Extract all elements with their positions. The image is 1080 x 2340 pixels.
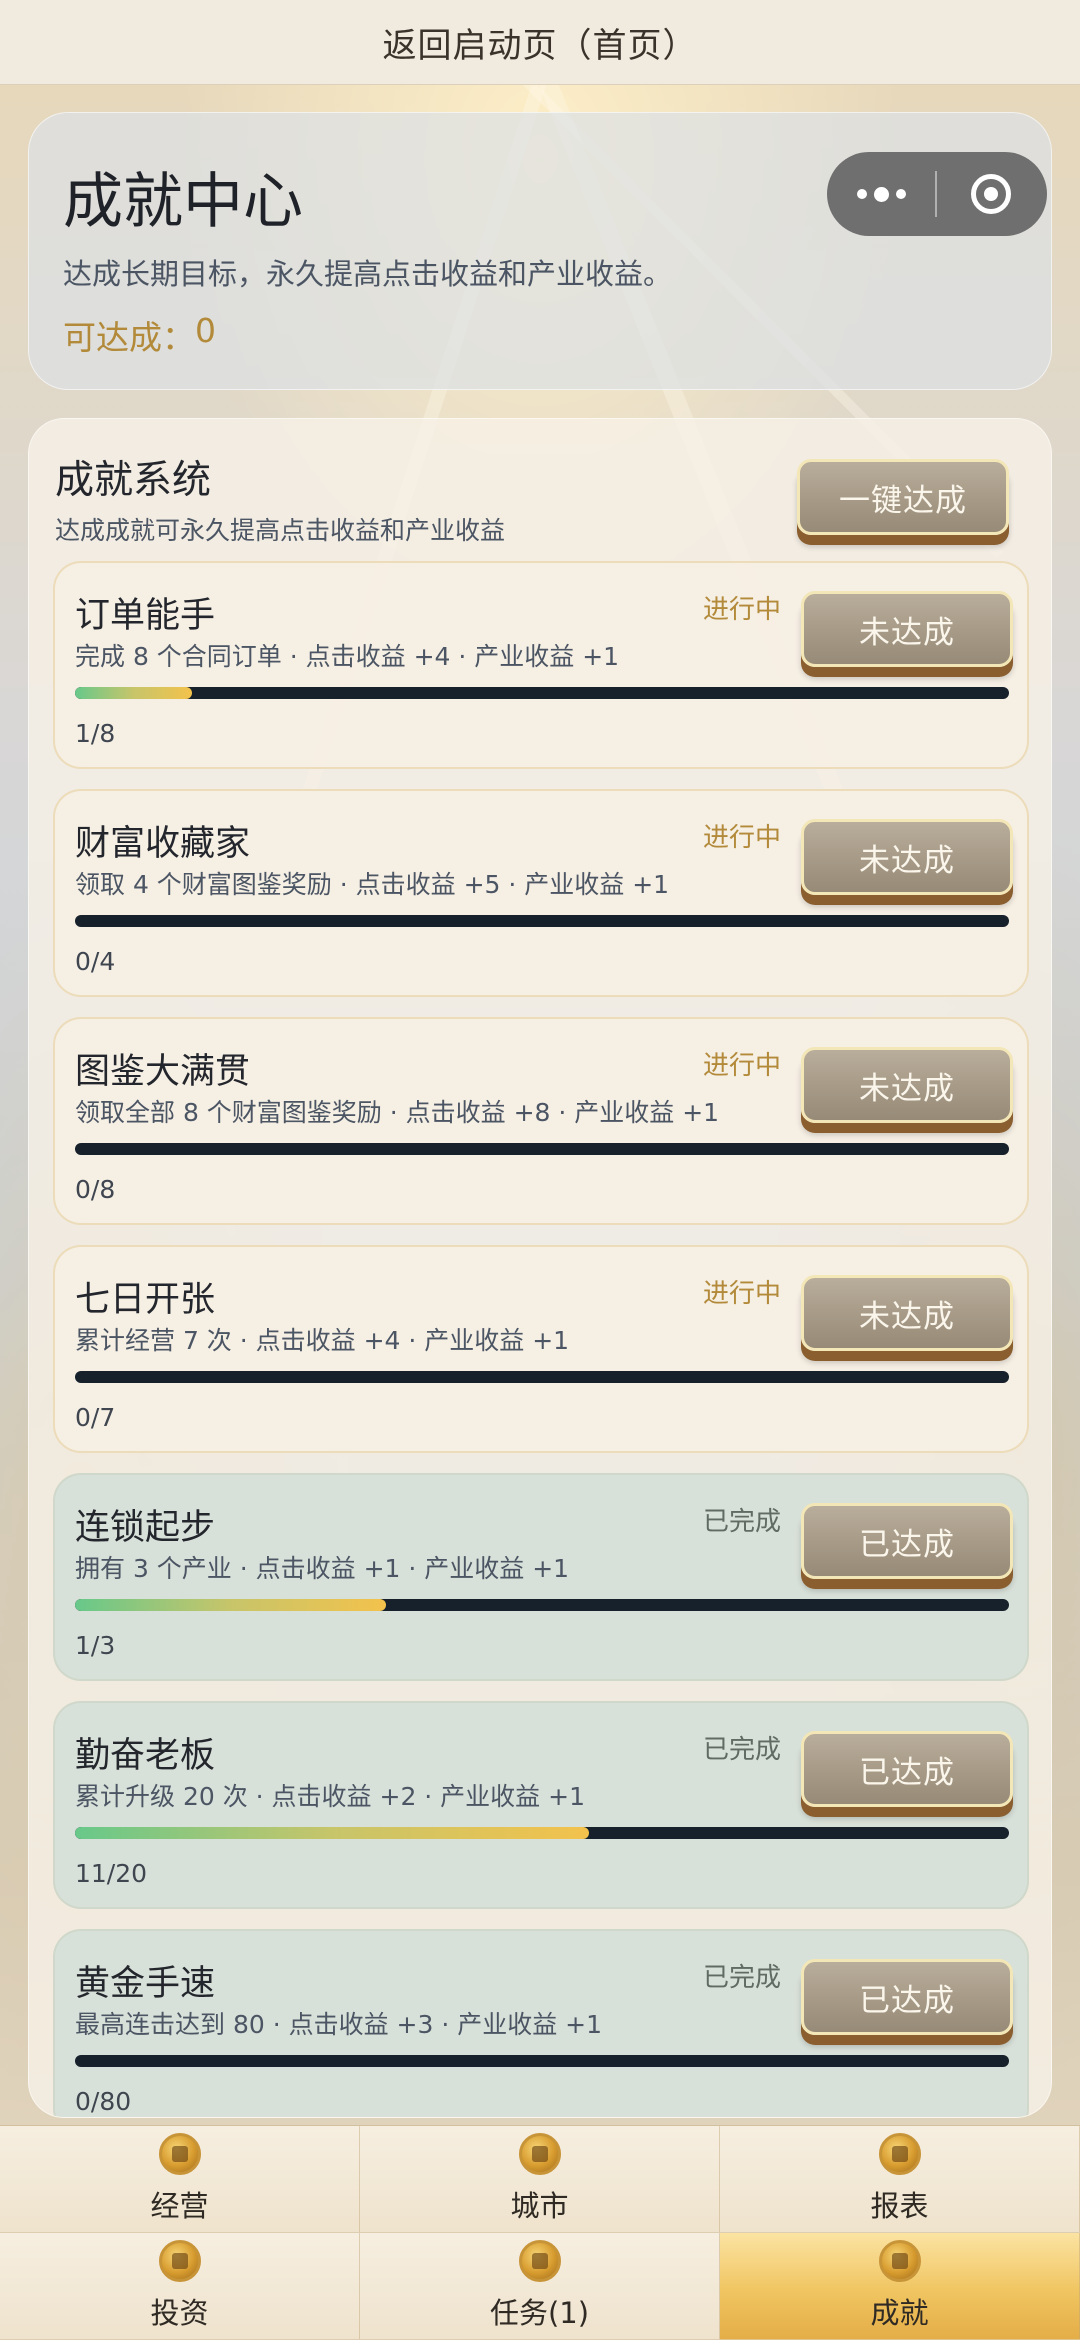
achievement-name: 订单能手 [75,596,216,636]
report-chart-icon [878,2133,921,2175]
achievement-card: 连锁起步拥有 3 个产业 · 点击收益 +1 · 产业收益 +1 已完成 已达成 1/… [53,1473,1029,1681]
tab-task-scroll[interactable]: 任务(1) [360,2233,720,2340]
investment-coin-icon [158,2240,201,2282]
tab-label: 报表 [870,2189,929,2223]
achieve-button[interactable]: 已达成 [801,1503,1013,1579]
achievement-description: 最高连击达到 80 · 点击收益 +3 · 产业收益 +1 [75,2010,603,2039]
back-to-home-link[interactable]: 返回启动页（首页） [383,18,698,67]
achievement-card: 黄金手速最高连击达到 80 · 点击收益 +3 · 产业收益 +1 已完成 已达成 0… [53,1929,1029,2117]
progress-bar [75,1599,1009,1611]
city-coin-icon [518,2133,561,2175]
page-subtitle: 达成长期目标，永久提高点击收益和产业收益。 [63,257,673,291]
tab-label: 投资 [150,2296,209,2330]
available-count: 0 [195,311,216,350]
available-label: 可达成： [63,318,195,357]
achieve-button[interactable]: 未达成 [801,591,1013,667]
progress-bar [75,1827,1009,1839]
mini-program-capsule [827,152,1047,236]
achieve-button[interactable]: 未达成 [801,819,1013,895]
achievement-name: 图鉴大满贯 [75,1052,251,1092]
system-subtitle: 达成成就可永久提高点击收益和产业收益 [55,516,506,545]
top-navigation-bar[interactable]: 返回启动页（首页） [0,0,1080,85]
achievement-card: 财富收藏家领取 4 个财富图鉴奖励 · 点击收益 +5 · 产业收益 +1 进行中… [53,789,1029,997]
achievement-status: 已完成 [703,1507,782,1537]
bottom-tab-bar: 经营 城市 报表投资 任务(1) 成就 [0,2125,1080,2340]
achieve-button[interactable]: 已达成 [801,1731,1013,1807]
achievement-description: 完成 8 个合同订单 · 点击收益 +4 · 产业收益 +1 [75,642,620,671]
progress-bar [75,915,1009,927]
target-icon[interactable] [937,152,1045,236]
achievement-name: 财富收藏家 [75,824,251,864]
tab-business-coin[interactable]: 经营 [0,2126,360,2233]
achievement-progress-text: 0/8 [75,1175,116,1204]
achievement-card: 七日开张累计经营 7 次 · 点击收益 +4 · 产业收益 +1 进行中 未达成 0/… [53,1245,1029,1453]
tab-label: 经营 [150,2189,209,2223]
achievement-card: 图鉴大满贯领取全部 8 个财富图鉴奖励 · 点击收益 +8 · 产业收益 +1 进… [53,1017,1029,1225]
achievement-name: 勤奋老板 [75,1736,216,1776]
progress-bar-fill [75,1599,387,1611]
achievement-description: 拥有 3 个产业 · 点击收益 +1 · 产业收益 +1 [75,1554,570,1583]
achievement-status: 已完成 [703,1735,782,1765]
achievement-name: 连锁起步 [75,1508,216,1548]
tab-report-chart[interactable]: 报表 [720,2126,1080,2233]
achievement-status: 进行中 [703,1279,782,1309]
achievement-description: 累计经营 7 次 · 点击收益 +4 · 产业收益 +1 [75,1326,570,1355]
achievement-medal-icon [878,2240,921,2282]
progress-bar [75,1143,1009,1155]
achievement-status: 已完成 [703,1963,782,1993]
progress-bar-fill [75,687,192,699]
achievement-progress-text: 1/8 [75,719,116,748]
one-click-achieve-button[interactable]: 一键达成 [797,459,1009,535]
system-title: 成就系统 [55,458,212,503]
achieve-button[interactable]: 已达成 [801,1959,1013,2035]
achievement-progress-text: 0/7 [75,1403,116,1432]
more-dots-icon[interactable] [827,152,935,236]
achievement-name: 七日开张 [75,1280,216,1320]
achievement-system-panel: 成就系统 达成成就可永久提高点击收益和产业收益 一键达成 订单能手完成 8 个合… [28,418,1052,2118]
tab-achievement-medal[interactable]: 成就 [720,2233,1080,2340]
achievement-status: 进行中 [703,823,782,853]
achievement-progress-text: 0/80 [75,2087,132,2116]
tab-label: 成就 [870,2296,929,2330]
achievement-progress-text: 0/4 [75,947,116,976]
achievement-status: 进行中 [703,595,782,625]
progress-bar [75,1371,1009,1383]
achievement-description: 领取全部 8 个财富图鉴奖励 · 点击收益 +8 · 产业收益 +1 [75,1098,720,1127]
achievement-description: 领取 4 个财富图鉴奖励 · 点击收益 +5 · 产业收益 +1 [75,870,670,899]
achieve-button[interactable]: 未达成 [801,1275,1013,1351]
business-coin-icon [158,2133,201,2175]
page-title: 成就中心 [63,167,303,237]
progress-bar-fill [75,1827,589,1839]
achievement-card: 订单能手完成 8 个合同订单 · 点击收益 +4 · 产业收益 +1 进行中 未达成… [53,561,1029,769]
available-count-row: 可达成： 0 [63,311,216,359]
achievement-status: 进行中 [703,1051,782,1081]
tab-investment-coin[interactable]: 投资 [0,2233,360,2340]
achievement-card: 勤奋老板累计升级 20 次 · 点击收益 +2 · 产业收益 +1 已完成 已达成 1… [53,1701,1029,1909]
achieve-button[interactable]: 未达成 [801,1047,1013,1123]
tab-label: 任务(1) [489,2296,590,2330]
progress-bar [75,2055,1009,2067]
tab-label: 城市 [510,2189,569,2223]
task-scroll-icon [518,2240,561,2282]
achievement-progress-text: 11/20 [75,1859,148,1888]
achievement-progress-text: 1/3 [75,1631,116,1660]
progress-bar [75,687,1009,699]
achievement-description: 累计升级 20 次 · 点击收益 +2 · 产业收益 +1 [75,1782,585,1811]
achievement-name: 黄金手速 [75,1964,216,2004]
tab-city-coin[interactable]: 城市 [360,2126,720,2233]
